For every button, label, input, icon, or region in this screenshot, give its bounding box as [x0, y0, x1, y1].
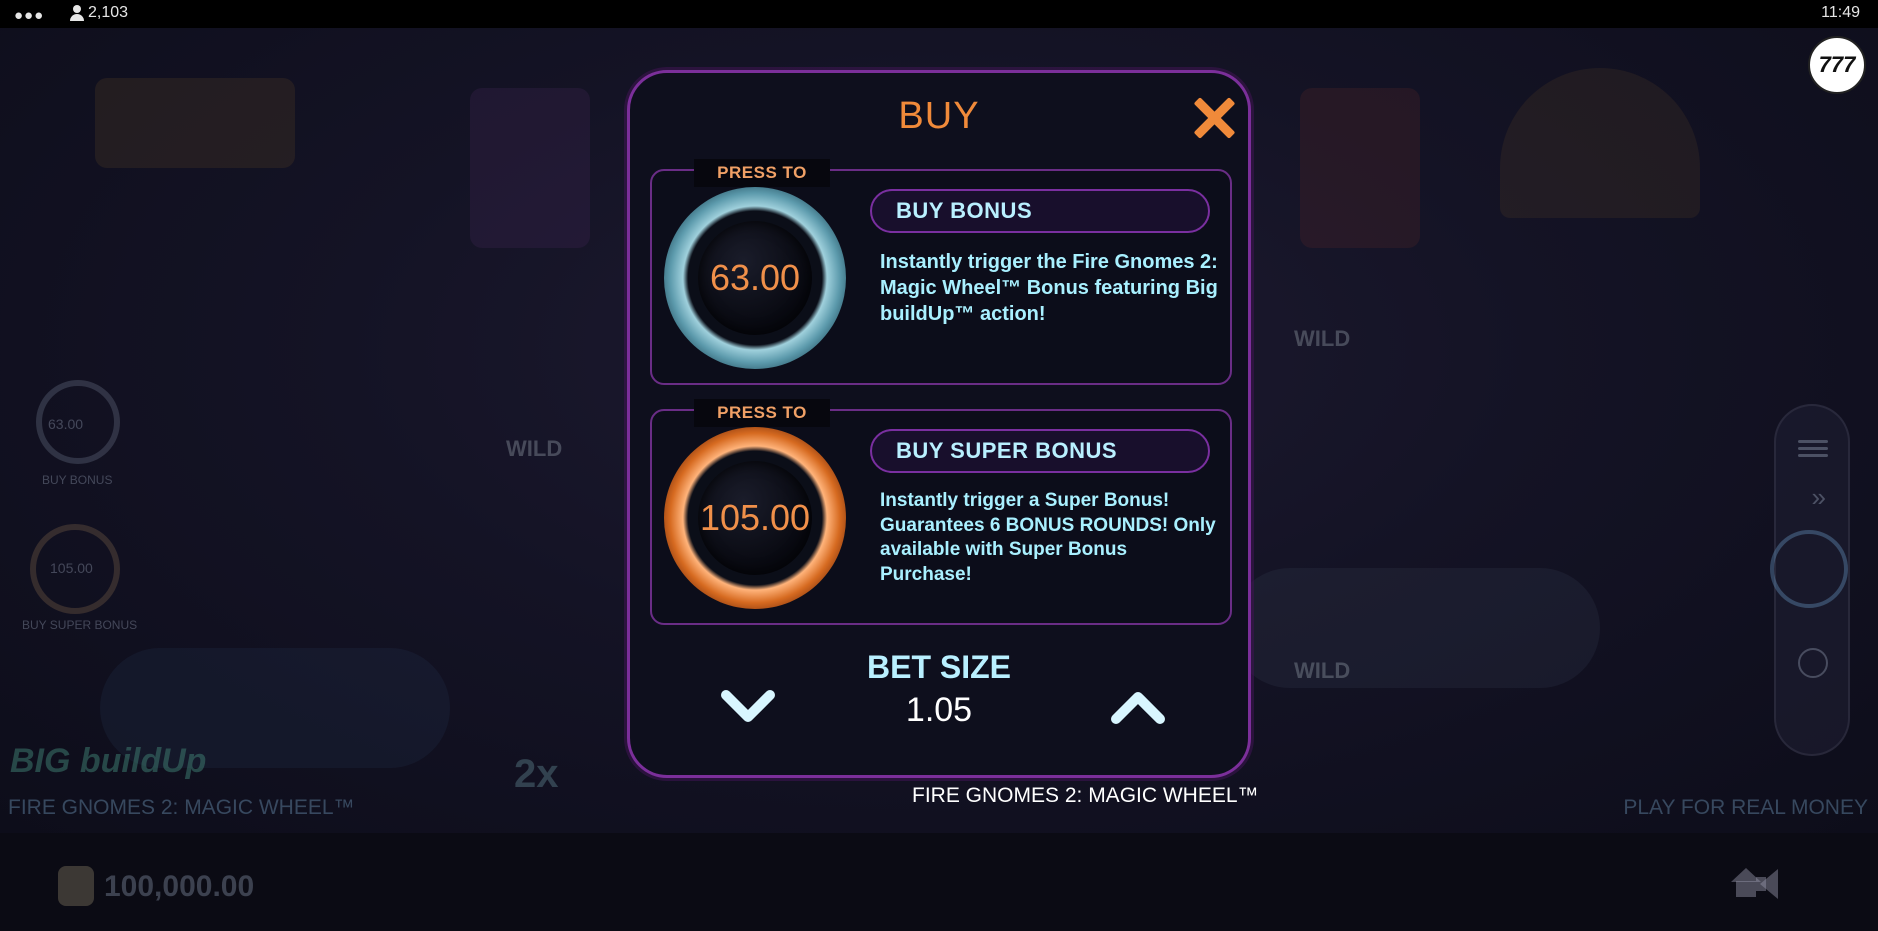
bg-mushroom — [1230, 568, 1600, 688]
player-count: 2,103 — [70, 4, 128, 22]
menu-icon[interactable] — [1798, 440, 1828, 460]
buy-bonus-button[interactable]: 63.00 — [664, 187, 846, 369]
status-bar: ●●● 2,103 11:49 — [0, 0, 1878, 28]
fast-forward-icon[interactable]: » — [1812, 482, 1826, 513]
buy-super-bonus-card: PRESS TO 105.00 BUY SUPER BONUS Instantl… — [650, 399, 1232, 625]
person-icon — [70, 5, 84, 21]
big-buildup-logo: BIG buildUp — [10, 742, 207, 780]
coin-stack-icon — [58, 866, 94, 906]
buy-bonus-description: Instantly trigger the Fire Gnomes 2: Mag… — [880, 251, 1218, 325]
balance-value: 100,000.00 — [104, 870, 255, 903]
bg-window — [1500, 68, 1700, 218]
player-count-value: 2,103 — [88, 4, 129, 21]
bg-gnome — [1300, 88, 1420, 248]
buy-super-bonus-price: 105.00 — [699, 497, 811, 538]
mini-buy-bonus-value: 63.00 — [48, 416, 84, 432]
press-to-label: PRESS TO — [694, 159, 830, 187]
mini-super-label: BUY SUPER BONUS — [22, 618, 138, 632]
clock: 11:49 — [1821, 4, 1860, 21]
buy-bonus-price: 63.00 — [709, 257, 801, 298]
spin-button[interactable] — [1770, 530, 1848, 608]
buy-bonus-label: BUY BONUS — [870, 189, 1210, 233]
game-name-footer: FIRE GNOMES 2: MAGIC WHEEL™ — [912, 784, 1259, 807]
bg-gnome — [470, 88, 590, 248]
chevron-down-icon[interactable] — [718, 685, 778, 729]
bet-size-label: BET SIZE — [866, 649, 1011, 685]
press-to-label: PRESS TO — [694, 399, 830, 427]
bg-game-title: FIRE GNOMES 2: MAGIC WHEEL™ — [8, 796, 355, 819]
modal-title: BUY — [898, 95, 980, 137]
autoplay-icon[interactable] — [1798, 648, 1828, 678]
brand-logo: 777 — [1808, 36, 1866, 94]
close-icon[interactable] — [1186, 91, 1240, 145]
sound-icon[interactable] — [1756, 868, 1796, 900]
wild-symbol: WILD — [1294, 658, 1351, 683]
bottom-bar — [0, 833, 1878, 931]
orb-center: 63.00 — [698, 221, 812, 335]
mini-super-value: 105.00 — [50, 560, 93, 576]
play-real-money-link[interactable]: PLAY FOR REAL MONEY — [1623, 796, 1868, 820]
multiplier-symbol: 2x — [514, 752, 559, 796]
buy-modal: BUY PRESS TO 63.00 BUY BONUS Instantly t… — [627, 70, 1251, 778]
wild-symbol: WILD — [506, 436, 563, 461]
buy-super-bonus-label: BUY SUPER BONUS — [870, 429, 1210, 473]
mini-buy-bonus-label: BUY BONUS — [42, 473, 113, 487]
wild-symbol: WILD — [1294, 326, 1351, 351]
more-options-icon[interactable]: ●●● — [14, 7, 44, 24]
orb-center: 105.00 — [698, 461, 812, 575]
buy-super-bonus-button[interactable]: 105.00 — [664, 427, 846, 609]
bg-window — [95, 78, 295, 168]
buy-super-bonus-description: Instantly trigger a Super Bonus! Guarant… — [880, 490, 1216, 585]
chevron-up-icon[interactable] — [1108, 685, 1168, 729]
buy-bonus-card: PRESS TO 63.00 BUY BONUS Instantly trigg… — [650, 159, 1232, 385]
